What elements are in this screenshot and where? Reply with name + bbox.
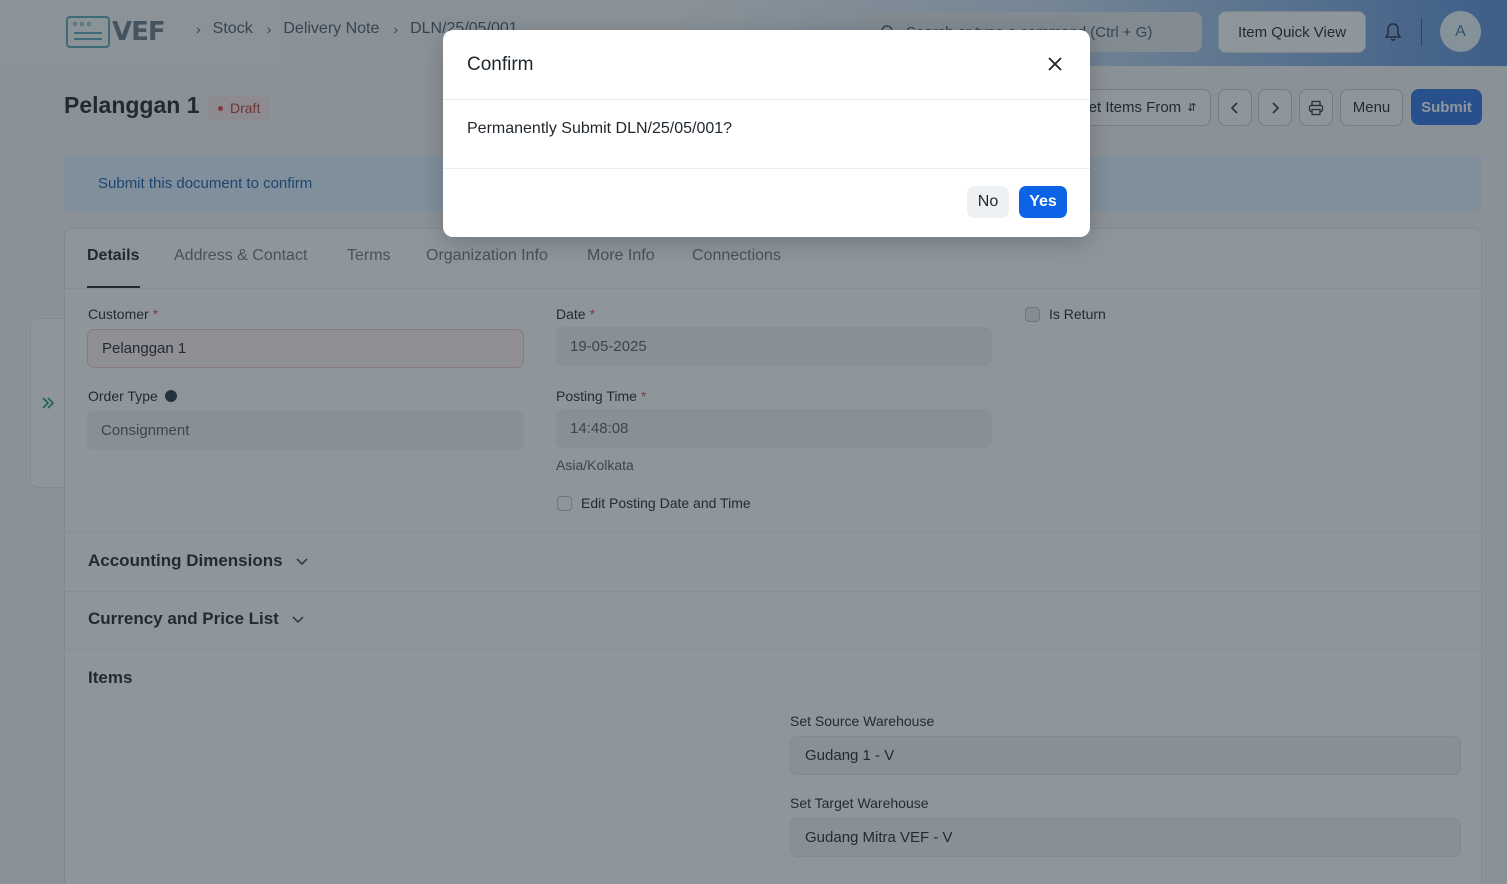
close-icon (1048, 57, 1062, 71)
dialog-header: Confirm (443, 30, 1090, 100)
dialog-message: Permanently Submit DLN/25/05/001? (467, 120, 733, 137)
yes-button[interactable]: Yes (1019, 186, 1067, 218)
dialog-footer: No Yes (443, 168, 1090, 237)
dialog-title: Confirm (467, 54, 534, 75)
no-button[interactable]: No (967, 186, 1009, 218)
confirm-dialog: Confirm Permanently Submit DLN/25/05/001… (443, 30, 1090, 237)
close-button[interactable] (1043, 52, 1067, 76)
